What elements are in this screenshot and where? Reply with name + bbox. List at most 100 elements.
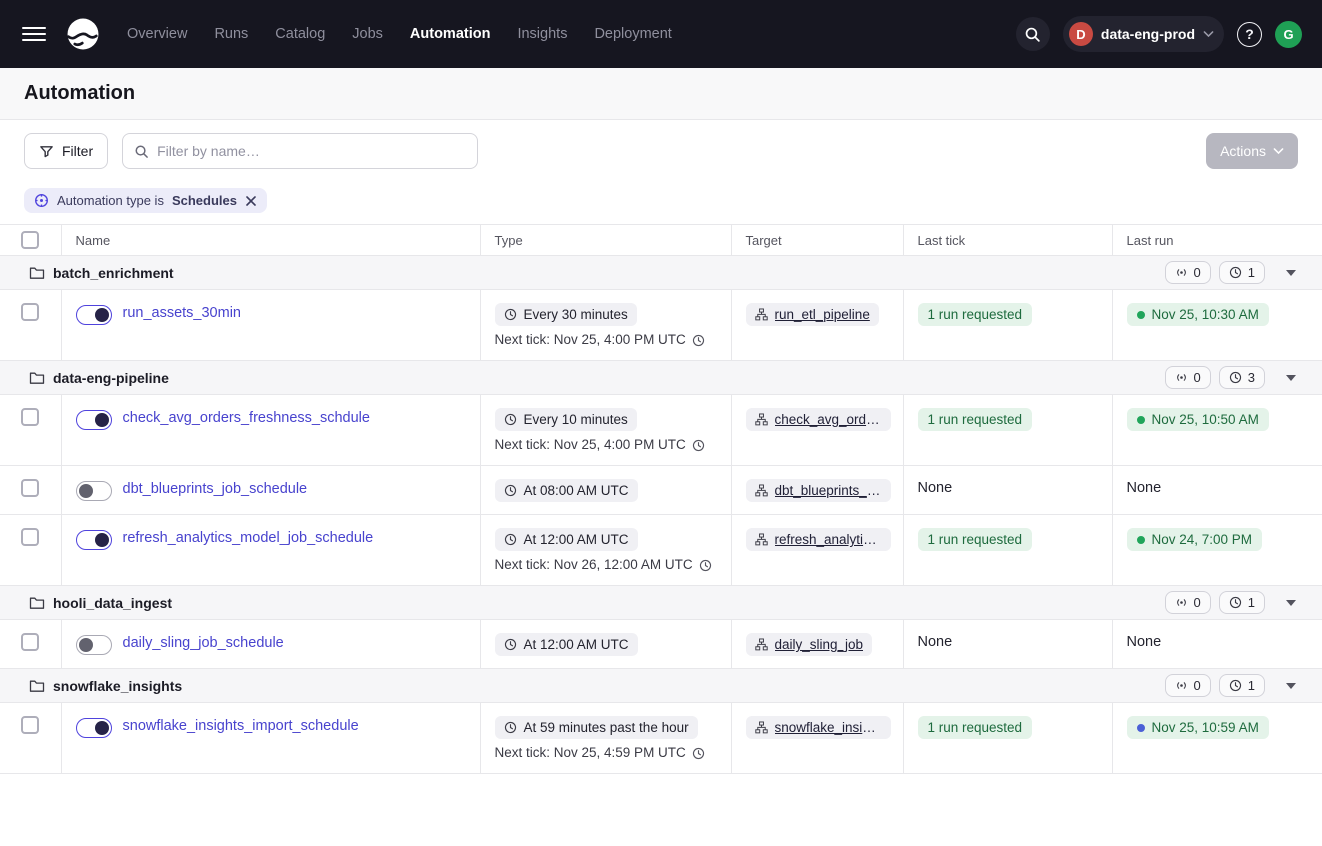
chevron-down-icon <box>1203 30 1214 38</box>
folder-icon <box>29 265 45 281</box>
last-run-link[interactable]: Nov 25, 10:30 AM <box>1127 303 1269 326</box>
schedule-count: 1 <box>1248 265 1255 280</box>
schedule-toggle[interactable] <box>76 530 112 550</box>
target-link[interactable]: snowflake_insights <box>746 716 891 739</box>
nav-item-jobs[interactable]: Jobs <box>352 26 383 42</box>
row-checkbox[interactable] <box>21 303 39 321</box>
last-tick-chip[interactable]: 1 run requested <box>918 716 1033 739</box>
toggle-knob <box>79 638 93 652</box>
last-run-text: Nov 24, 7:00 PM <box>1152 532 1253 547</box>
schedule-name-link[interactable]: daily_sling_job_schedule <box>123 635 284 651</box>
sensor-count: 0 <box>1194 370 1201 385</box>
actions-button[interactable]: Actions <box>1206 133 1298 169</box>
next-tick-text: Next tick: Nov 25, 4:00 PM UTC <box>495 332 686 348</box>
clock-icon <box>504 721 517 734</box>
sensor-count-badge: 0 <box>1165 674 1211 697</box>
dagster-logo[interactable] <box>62 13 104 55</box>
name-filter-input[interactable] <box>157 143 466 159</box>
magnifier-icon <box>134 144 149 159</box>
schedule-name-link[interactable]: run_assets_30min <box>123 305 242 321</box>
next-tick: Next tick: Nov 25, 4:00 PM UTC <box>495 437 719 453</box>
last-run-text: Nov 25, 10:30 AM <box>1152 307 1259 322</box>
nav-item-overview[interactable]: Overview <box>127 26 187 42</box>
collapse-group-button[interactable] <box>1282 266 1300 280</box>
target-name: dbt_blueprints_job <box>775 483 882 498</box>
toggle-knob <box>95 413 109 427</box>
target-link[interactable]: run_etl_pipeline <box>746 303 879 326</box>
nav-item-runs[interactable]: Runs <box>214 26 248 42</box>
toolbar: Filter Actions <box>0 120 1322 182</box>
collapse-group-button[interactable] <box>1282 371 1300 385</box>
remove-filter-icon[interactable] <box>245 195 257 207</box>
clock-icon <box>504 308 517 321</box>
deployment-badge: D <box>1069 22 1093 46</box>
folder-icon <box>29 370 45 386</box>
folder-icon <box>29 595 45 611</box>
row-checkbox[interactable] <box>21 408 39 426</box>
schedule-toggle[interactable] <box>76 410 112 430</box>
nav-item-catalog[interactable]: Catalog <box>275 26 325 42</box>
row-checkbox[interactable] <box>21 479 39 497</box>
nav-items: Overview Runs Catalog Jobs Automation Insight… <box>127 26 672 42</box>
schedule-type-chip: At 08:00 AM UTC <box>495 479 638 502</box>
row-checkbox[interactable] <box>21 528 39 546</box>
schedule-name-link[interactable]: refresh_analytics_model_job_schedule <box>123 530 374 546</box>
target-link[interactable]: refresh_analytics_r <box>746 528 891 551</box>
collapse-group-button[interactable] <box>1282 679 1300 693</box>
target-link[interactable]: dbt_blueprints_job <box>746 479 891 502</box>
last-tick-chip[interactable]: 1 run requested <box>918 303 1033 326</box>
last-tick-chip[interactable]: 1 run requested <box>918 528 1033 551</box>
clock-icon <box>699 559 712 572</box>
automation-row: snowflake_insights_import_schedule At 59… <box>0 703 1322 774</box>
last-run-link[interactable]: Nov 25, 10:50 AM <box>1127 408 1269 431</box>
nav-item-automation[interactable]: Automation <box>410 26 491 42</box>
target-name: run_etl_pipeline <box>775 307 870 322</box>
collapse-group-button[interactable] <box>1282 596 1300 610</box>
row-checkbox[interactable] <box>21 716 39 734</box>
deployment-selector[interactable]: D data-eng-prod <box>1063 16 1224 52</box>
schedule-type-chip: At 12:00 AM UTC <box>495 633 638 656</box>
active-filters-row: Automation type is Schedules <box>0 182 1322 224</box>
automation-type-icon <box>34 193 49 208</box>
last-tick-chip[interactable]: 1 run requested <box>918 408 1033 431</box>
last-run-link[interactable]: Nov 24, 7:00 PM <box>1127 528 1263 551</box>
schedule-name-link[interactable]: check_avg_orders_freshness_schdule <box>123 410 370 426</box>
select-all-checkbox[interactable] <box>21 231 39 249</box>
help-button[interactable]: ? <box>1237 22 1262 47</box>
toggle-knob <box>95 308 109 322</box>
folder-icon <box>29 678 45 694</box>
job-icon <box>755 484 768 497</box>
filter-button[interactable]: Filter <box>24 133 108 169</box>
last-tick-text: 1 run requested <box>928 720 1023 735</box>
schedule-name-link[interactable]: snowflake_insights_import_schedule <box>123 718 359 734</box>
nav-right: D data-eng-prod ? G <box>1016 16 1302 52</box>
schedule-name-link[interactable]: dbt_blueprints_job_schedule <box>123 481 308 497</box>
schedule-toggle[interactable] <box>76 635 112 655</box>
filter-tag[interactable]: Automation type is Schedules <box>24 188 267 213</box>
automation-row: daily_sling_job_schedule At 12:00 AM UTC… <box>0 620 1322 669</box>
column-header-last-run: Last run <box>1112 225 1322 256</box>
schedule-cadence: Every 10 minutes <box>524 412 628 427</box>
next-tick-text: Next tick: Nov 26, 12:00 AM UTC <box>495 557 693 573</box>
clock-icon <box>692 334 705 347</box>
table-header-row: Name Type Target Last tick Last run <box>0 225 1322 256</box>
schedule-toggle[interactable] <box>76 305 112 325</box>
last-run-link[interactable]: Nov 25, 10:59 AM <box>1127 716 1269 739</box>
run-status-dot <box>1137 311 1145 319</box>
last-run-none: None <box>1127 634 1162 650</box>
target-link[interactable]: daily_sling_job <box>746 633 873 656</box>
dagster-logo-icon <box>63 14 103 54</box>
target-link[interactable]: check_avg_orders_ <box>746 408 891 431</box>
user-avatar[interactable]: G <box>1275 21 1302 48</box>
last-run-text: Nov 25, 10:59 AM <box>1152 720 1259 735</box>
sensor-count: 0 <box>1194 678 1201 693</box>
group-name: data-eng-pipeline <box>53 370 169 386</box>
menu-button[interactable] <box>20 23 48 45</box>
row-checkbox[interactable] <box>21 633 39 651</box>
next-tick: Next tick: Nov 25, 4:59 PM UTC <box>495 745 719 761</box>
schedule-toggle[interactable] <box>76 481 112 501</box>
nav-item-insights[interactable]: Insights <box>517 26 567 42</box>
schedule-toggle[interactable] <box>76 718 112 738</box>
nav-item-deployment[interactable]: Deployment <box>594 26 671 42</box>
search-button[interactable] <box>1016 17 1050 51</box>
